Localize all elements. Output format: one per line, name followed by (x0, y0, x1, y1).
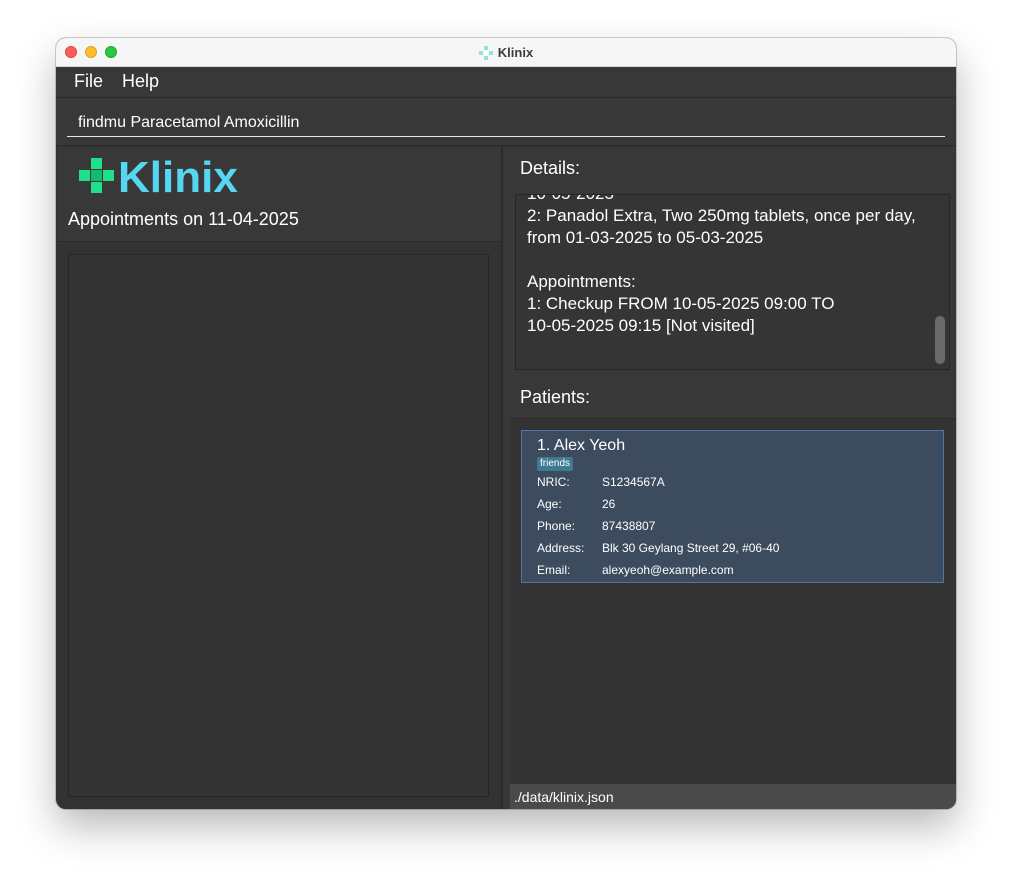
logo-text: Klinix (118, 155, 238, 199)
appointments-panel: Klinix Appointments on 11-04-2025 (58, 147, 503, 809)
details-label: Details: (520, 158, 581, 178)
details-text: 10-05-2025 2: Panadol Extra, Two 250mg t… (527, 195, 916, 335)
details-scrollbar[interactable] (935, 316, 945, 364)
patient-name: 1. Alex Yeoh (537, 437, 626, 454)
patient-card[interactable]: 1. Alex Yeoh friends NRIC: S1234567A Age… (521, 430, 944, 583)
nric-label: NRIC: (537, 475, 570, 489)
command-input[interactable] (67, 109, 945, 137)
phone-value: 87438807 (602, 519, 656, 533)
appointment-list-container (58, 241, 501, 809)
phone-label: Phone: (537, 519, 576, 533)
klinix-logo: Klinix (78, 153, 248, 202)
command-box (56, 98, 956, 146)
menu-help[interactable]: Help (122, 71, 159, 92)
address-label: Address: (537, 541, 585, 555)
right-panel: Details: 10-05-2025 2: Panadol Extra, Tw… (503, 147, 956, 809)
menu-bar: File Help (56, 67, 956, 98)
patient-list: 1. Alex Yeoh friends NRIC: S1234567A Age… (510, 418, 956, 784)
nric-value: S1234567A (602, 475, 665, 489)
app-window: Klinix File Help Klinix Appointments on … (56, 38, 956, 809)
klinix-cross-icon (478, 45, 493, 60)
title-bar: Klinix (56, 38, 956, 67)
patients-label: Patients: (520, 387, 591, 407)
email-label: Email: (537, 563, 571, 577)
status-bar: ./data/klinix.json (510, 784, 956, 809)
data-file-path: ./data/klinix.json (514, 789, 614, 805)
window-title-group: Klinix (56, 38, 956, 66)
window-title: Klinix (497, 44, 534, 60)
menu-file[interactable]: File (74, 71, 103, 92)
address-value: Blk 30 Geylang Street 29, #06-40 (602, 541, 780, 555)
details-panel[interactable]: 10-05-2025 2: Panadol Extra, Two 250mg t… (515, 194, 950, 370)
email-value: alexyeoh@example.com (602, 563, 734, 577)
appointments-title: Appointments on 11-04-2025 (68, 209, 299, 229)
appointment-list[interactable] (68, 254, 489, 797)
age-label: Age: (537, 497, 562, 511)
age-value: 26 (602, 497, 616, 511)
patient-tag: friends (537, 457, 574, 471)
